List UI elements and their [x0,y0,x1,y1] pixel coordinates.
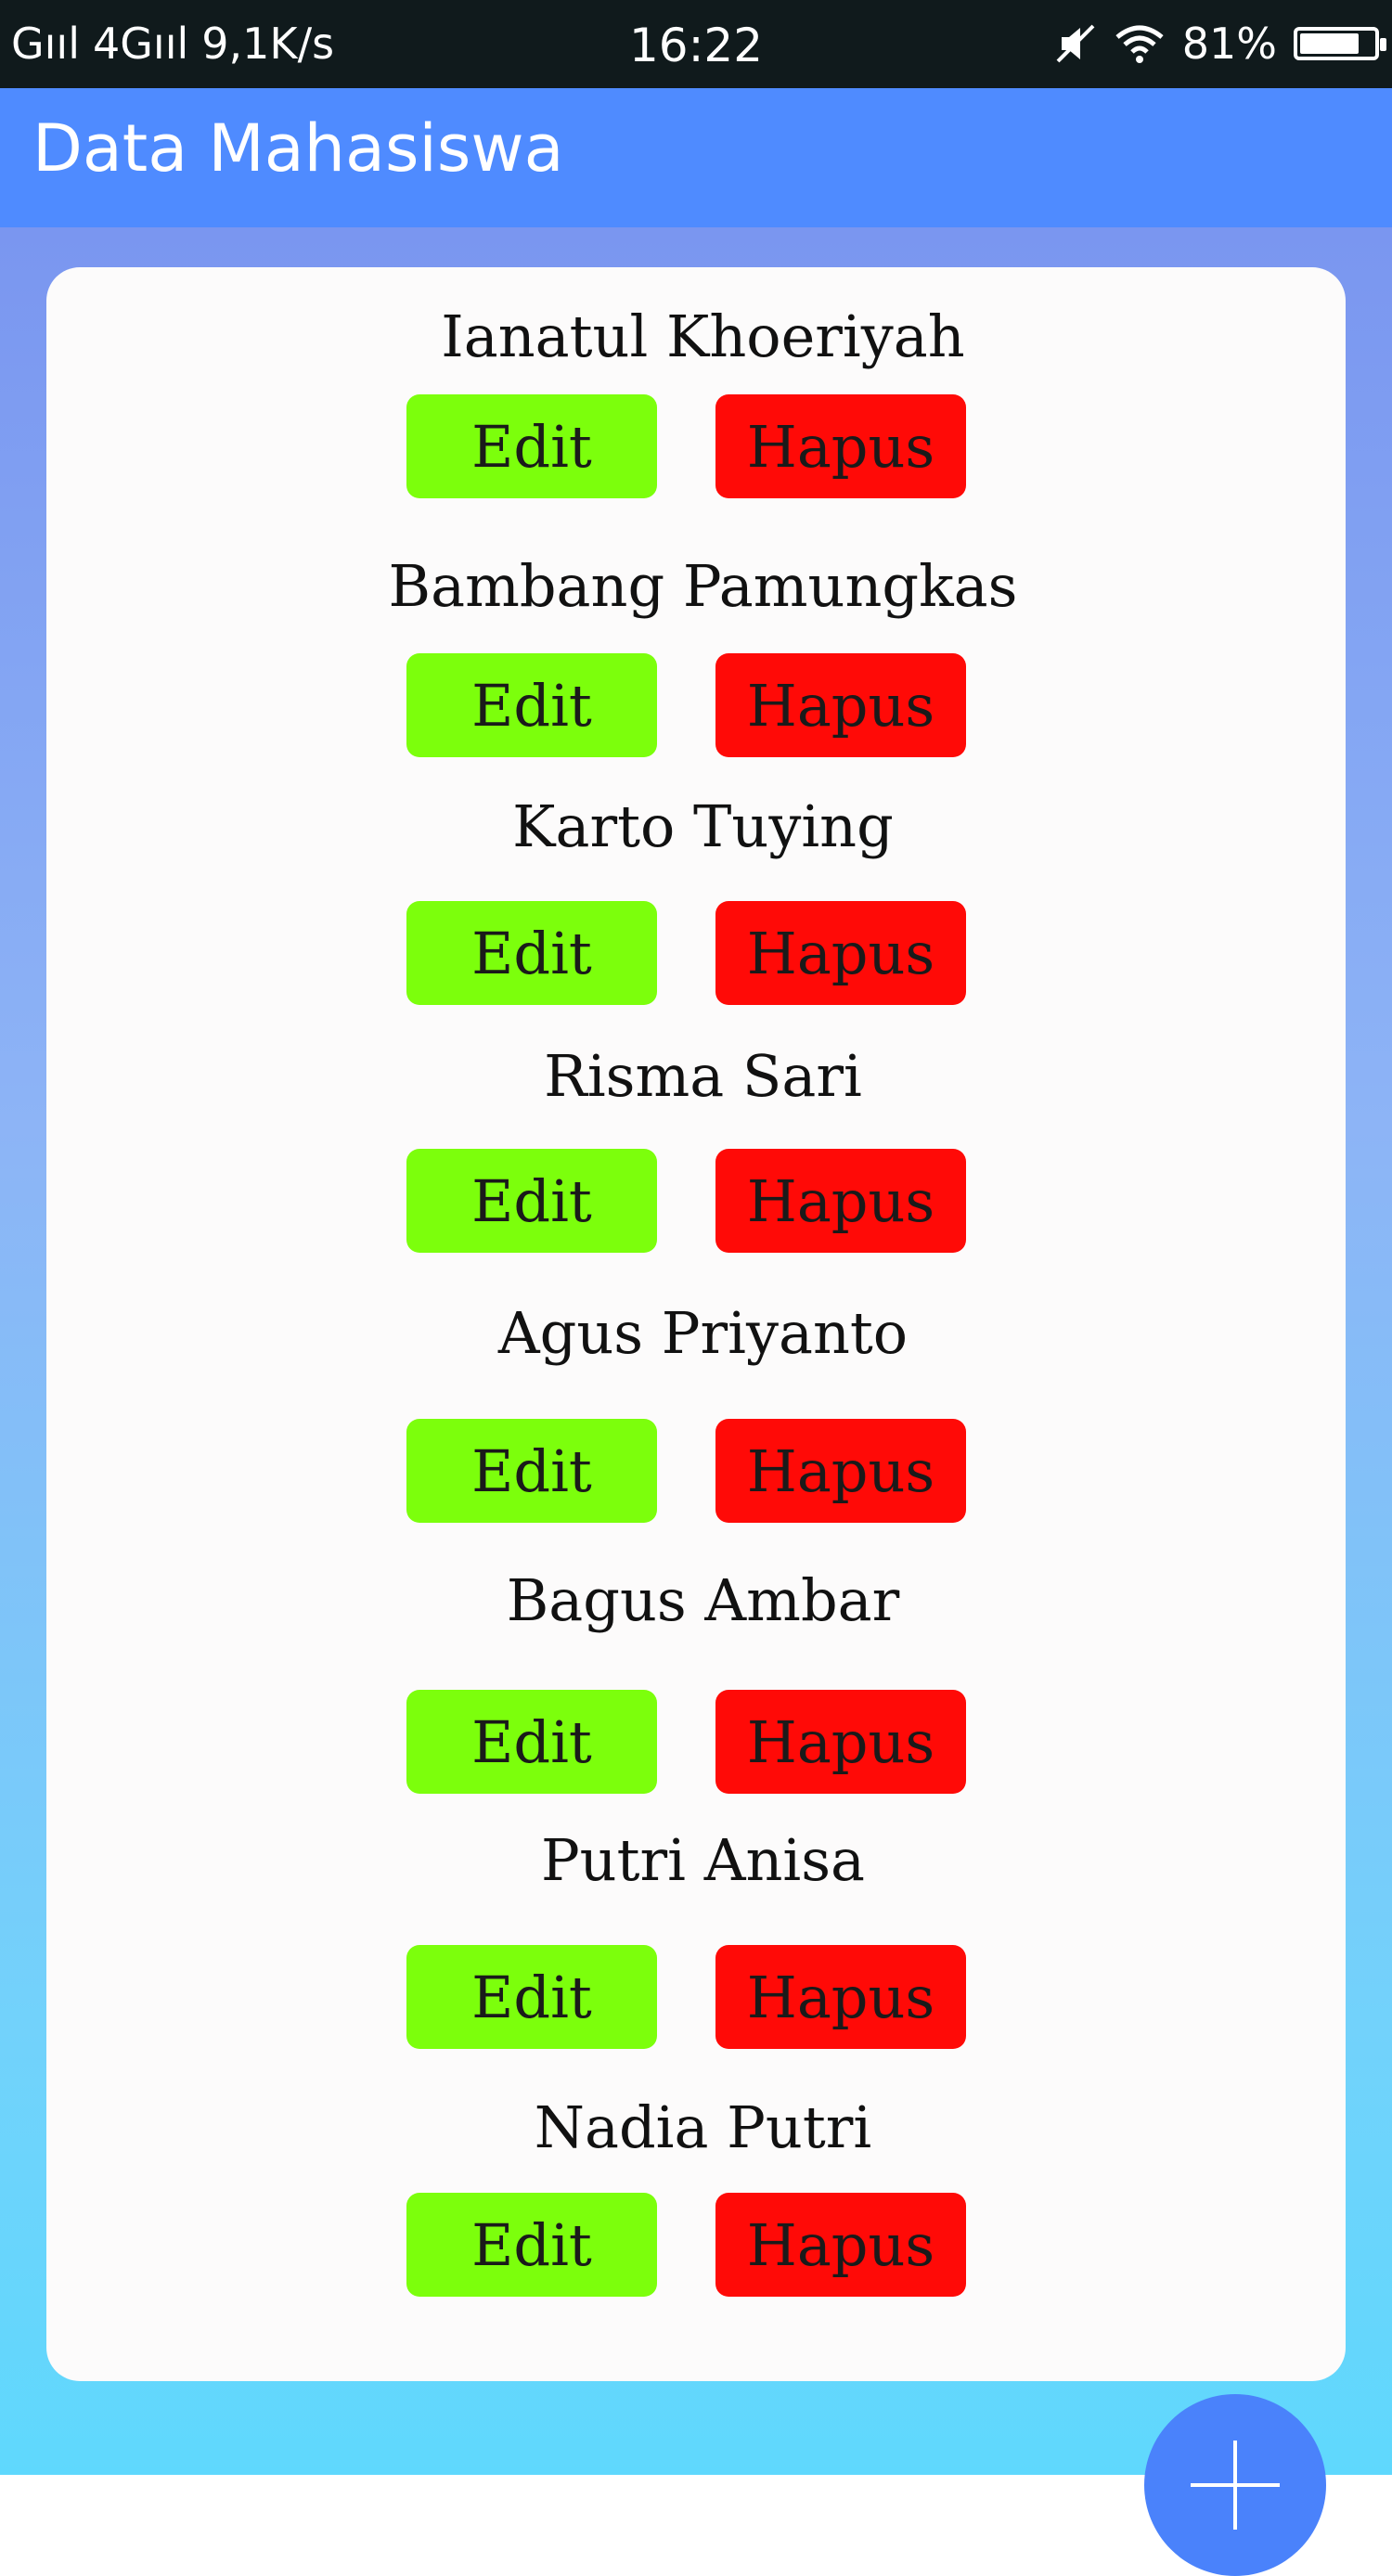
edit-button[interactable]: Edit [406,394,657,498]
student-name: Ianatul Khoeriyah [441,303,965,370]
edit-button[interactable]: Edit [406,901,657,1005]
delete-button[interactable]: Hapus [715,653,966,757]
status-right: 81% [1038,19,1386,69]
mute-icon [1056,24,1095,63]
delete-button[interactable]: Hapus [715,1690,966,1794]
delete-button[interactable]: Hapus [715,1419,966,1523]
student-name: Bagus Ambar [506,1566,900,1634]
student-name: Karto Tuying [512,792,894,860]
add-student-button[interactable] [1144,2394,1326,2576]
delete-button[interactable]: Hapus [715,1945,966,2049]
status-bar: Gııl 4Gııl 9,1K/s 16:22 81% [0,0,1392,88]
edit-button[interactable]: Edit [406,1945,657,2049]
edit-button[interactable]: Edit [406,2193,657,2297]
battery-percent: 81% [1181,19,1277,69]
delete-button[interactable]: Hapus [715,901,966,1005]
app-bar: Data Mahasiswa [0,88,1392,227]
student-list-card: Ianatul Khoeriyah Edit Hapus Bambang Pamung… [46,267,1346,2576]
student-name: Nadia Putri [534,2093,872,2161]
student-name: Putri Anisa [540,1826,866,1894]
delete-button[interactable]: Hapus [715,2193,966,2297]
wifi-icon [1115,25,1164,63]
edit-button[interactable]: Edit [406,653,657,757]
delete-button[interactable]: Hapus [715,394,966,498]
edit-button[interactable]: Edit [406,1690,657,1794]
delete-button[interactable]: Hapus [715,1149,966,1253]
student-name: Agus Priyanto [497,1299,909,1367]
edit-button[interactable]: Edit [406,1419,657,1523]
student-name: Risma Sari [544,1042,862,1110]
edit-button[interactable]: Edit [406,1149,657,1253]
page-title: Data Mahasiswa [32,110,564,187]
battery-icon [1294,27,1386,60]
student-name: Bambang Pamungkas [388,552,1018,620]
